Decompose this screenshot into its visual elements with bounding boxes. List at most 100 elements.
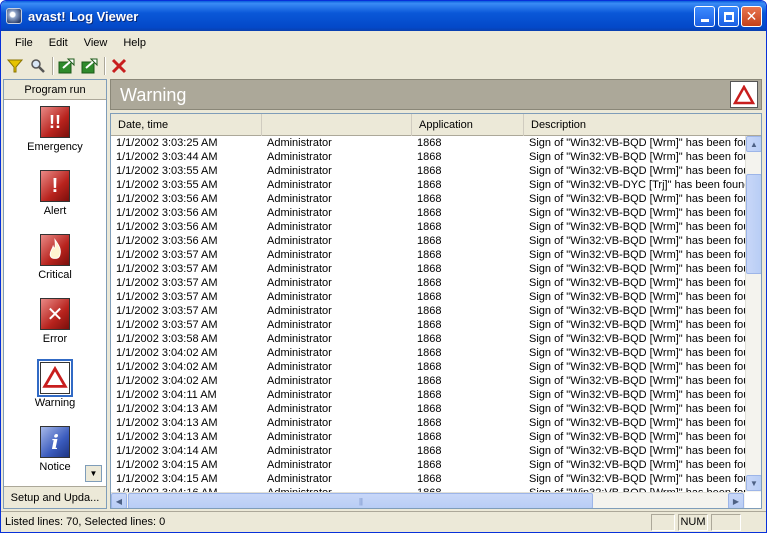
table-row[interactable]: 1/1/2002 3:03:57 AM Administrator 1868 Sign… [111,318,745,332]
category-alert[interactable]: ! Alert [4,170,106,230]
table-row[interactable]: 1/1/2002 3:04:13 AM Administrator 1868 Sign… [111,430,745,444]
table-row[interactable]: 1/1/2002 3:03:56 AM Administrator 1868 Sign… [111,206,745,220]
table-row[interactable]: 1/1/2002 3:04:15 AM Administrator 1868 Sign… [111,458,745,472]
table-row[interactable]: 1/1/2002 3:03:44 AM Administrator 1868 Sign… [111,150,745,164]
menu-edit[interactable]: Edit [41,35,76,51]
table-row[interactable]: 1/1/2002 3:04:15 AM Administrator 1868 Sign… [111,472,745,486]
table-row[interactable]: 1/1/2002 3:04:02 AM Administrator 1868 Sign… [111,360,745,374]
cell-description: Sign of "Win32:VB-BQD [Wrm]" has been fo… [529,473,745,485]
scroll-right-button[interactable]: ▶ [728,493,744,508]
table-row[interactable]: 1/1/2002 3:04:13 AM Administrator 1868 Sign… [111,416,745,430]
cell-date-time: 1/1/2002 3:03:44 AM [116,151,218,163]
maximize-button[interactable] [718,6,739,27]
cell-date-time: 1/1/2002 3:03:57 AM [116,263,218,275]
cell-application: 1868 [417,193,442,205]
cell-application: 1868 [417,473,442,485]
minimize-icon [700,19,709,22]
close-button[interactable]: ✕ [741,6,762,27]
minimize-button[interactable] [694,6,715,27]
setup-and-update-button[interactable]: Setup and Upda... [4,486,106,508]
cell-user: Administrator [267,249,332,261]
column-header-application[interactable]: Application [412,114,524,136]
search-button[interactable] [27,55,49,77]
column-header-user[interactable] [262,114,412,136]
cell-date-time: 1/1/2002 3:03:57 AM [116,305,218,317]
cell-user: Administrator [267,333,332,345]
table-row[interactable]: 1/1/2002 3:03:55 AM Administrator 1868 Sign… [111,178,745,192]
menu-view[interactable]: View [76,35,116,51]
horizontal-scrollbar[interactable]: ◀ ||| ▶ [111,492,745,508]
cell-date-time: 1/1/2002 3:03:57 AM [116,319,218,331]
cell-user: Administrator [267,151,332,163]
scroll-down-button[interactable]: ▼ [85,465,102,482]
cell-date-time: 1/1/2002 3:04:14 AM [116,445,218,457]
cell-user: Administrator [267,431,332,443]
table-row[interactable]: 1/1/2002 3:04:02 AM Administrator 1868 Sign… [111,346,745,360]
category-warning[interactable]: Warning [4,359,106,422]
table-row[interactable]: 1/1/2002 3:04:13 AM Administrator 1868 Sign… [111,402,745,416]
window-title: avast! Log Viewer [28,9,139,24]
table-row[interactable]: 1/1/2002 3:04:14 AM Administrator 1868 Sign… [111,444,745,458]
chevron-down-icon: ▼ [89,469,98,478]
category-critical[interactable]: Critical [4,234,106,294]
chevron-up-icon: ▲ [750,139,758,149]
table-row[interactable]: 1/1/2002 3:03:25 AM Administrator 1868 Sign… [111,136,745,150]
table-row[interactable]: 1/1/2002 3:03:57 AM Administrator 1868 Sign… [111,262,745,276]
column-header-date-time[interactable]: Date, time [111,114,262,136]
title-bar[interactable]: avast! Log Viewer ✕ [1,1,766,31]
table-row[interactable]: 1/1/2002 3:03:56 AM Administrator 1868 Sign… [111,192,745,206]
table-row[interactable]: 1/1/2002 3:03:58 AM Administrator 1868 Sign… [111,332,745,346]
table-row[interactable]: 1/1/2002 3:04:02 AM Administrator 1868 Sign… [111,374,745,388]
scroll-up-button[interactable]: ▲ [746,136,761,152]
table-row[interactable]: 1/1/2002 3:03:57 AM Administrator 1868 Sign… [111,248,745,262]
table-row[interactable]: 1/1/2002 3:03:56 AM Administrator 1868 Sign… [111,220,745,234]
table-row[interactable]: 1/1/2002 3:03:57 AM Administrator 1868 Sign… [111,276,745,290]
cell-user: Administrator [267,207,332,219]
export-button[interactable] [56,55,78,77]
program-run-button[interactable]: Program run [4,80,106,100]
num-lock-indicator: NUM [678,513,708,531]
cell-date-time: 1/1/2002 3:03:56 AM [116,221,218,233]
category-label: Error [42,333,68,345]
avast-app-icon[interactable] [6,8,22,24]
cell-description: Sign of "Win32:VB-BQD [Wrm]" has been fo… [529,417,745,429]
table-row[interactable]: 1/1/2002 3:03:56 AM Administrator 1868 Sign… [111,234,745,248]
toolbar-separator [104,57,106,75]
cell-description: Sign of "Win32:VB-BQD [Wrm]" has been fo… [529,137,745,149]
import-button[interactable] [79,55,101,77]
cell-user: Administrator [267,347,332,359]
cell-description: Sign of "Win32:VB-BQD [Wrm]" has been fo… [529,347,745,359]
category-emergency[interactable]: !! Emergency [4,106,106,166]
cell-description: Sign of "Win32:VB-BQD [Wrm]" has been fo… [529,361,745,373]
cell-date-time: 1/1/2002 3:04:13 AM [116,417,218,429]
table-row[interactable]: 1/1/2002 3:03:57 AM Administrator 1868 Sign… [111,304,745,318]
table-row[interactable]: 1/1/2002 3:03:55 AM Administrator 1868 Sign… [111,164,745,178]
cell-date-time: 1/1/2002 3:04:13 AM [116,431,218,443]
scroll-left-button[interactable]: ◀ [111,493,127,508]
horizontal-scroll-thumb[interactable]: ||| [128,493,593,508]
cell-user: Administrator [267,235,332,247]
toolbar [1,54,766,78]
table-row[interactable]: 1/1/2002 3:04:11 AM Administrator 1868 Sign… [111,388,745,402]
status-bar: Listed lines: 70, Selected lines: 0 NUM [1,511,766,532]
menu-help[interactable]: Help [115,35,154,51]
filter-icon [7,59,23,73]
vertical-scroll-thumb[interactable] [746,174,761,274]
scroll-down-button[interactable]: ▼ [746,475,761,491]
cell-description: Sign of "Win32:VB-BQD [Wrm]" has been fo… [529,277,745,289]
delete-button[interactable] [108,55,130,77]
app-window: avast! Log Viewer ✕ File Edit View Help … [0,0,767,533]
table-row[interactable]: 1/1/2002 3:03:57 AM Administrator 1868 Sign… [111,290,745,304]
category-error[interactable]: ✕ Error [4,298,106,358]
cell-user: Administrator [267,193,332,205]
cell-user: Administrator [267,319,332,331]
cell-application: 1868 [417,151,442,163]
vertical-scrollbar[interactable]: ▲ ▼ [745,136,761,492]
category-label: Alert [43,205,67,217]
filter-button[interactable] [4,55,26,77]
cell-date-time: 1/1/2002 3:03:58 AM [116,333,218,345]
cell-application: 1868 [417,291,442,303]
cell-user: Administrator [267,165,332,177]
column-header-description[interactable]: Description [524,114,744,136]
menu-file[interactable]: File [7,35,41,51]
